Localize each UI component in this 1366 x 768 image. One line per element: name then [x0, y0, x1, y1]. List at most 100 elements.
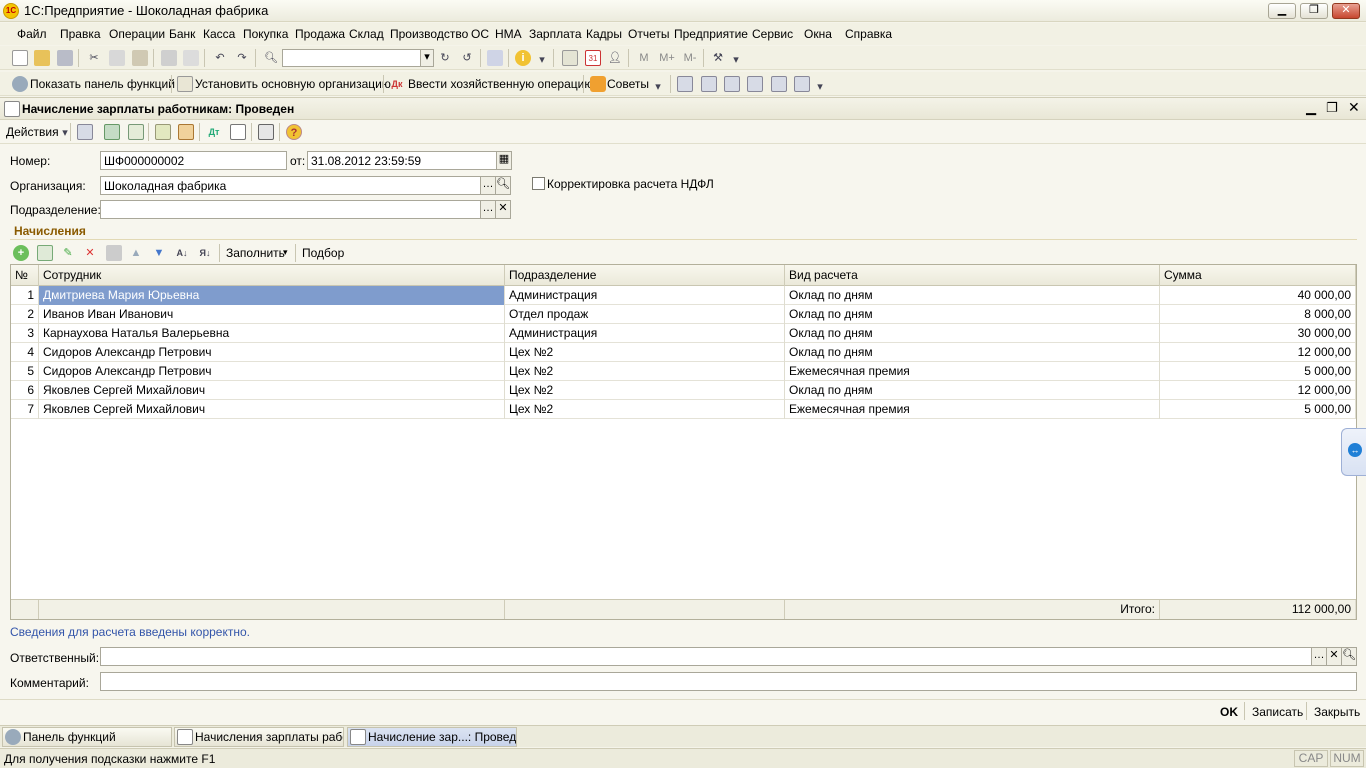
organization-field[interactable]: Шоколадная фабрика — [100, 176, 482, 195]
end-edit-icon[interactable] — [106, 245, 122, 261]
side-panel-tab[interactable]: ↔ — [1341, 428, 1366, 476]
table-row[interactable]: 4 Сидоров Александр Петрович Цех №2 Окла… — [11, 343, 1356, 362]
copy-document-icon[interactable] — [128, 124, 144, 140]
menu-salary[interactable]: Зарплата — [529, 27, 582, 41]
menu-warehouse[interactable]: Склад — [349, 27, 384, 41]
print-icon[interactable] — [161, 50, 177, 66]
menu-personnel[interactable]: Кадры — [586, 27, 622, 41]
set-main-org-button[interactable]: Установить основную организацию — [195, 77, 391, 91]
help-icon[interactable]: ? — [286, 124, 302, 140]
print-preview-icon[interactable] — [183, 50, 199, 66]
ndfl-correction-checkbox[interactable] — [532, 177, 545, 190]
menu-sales[interactable]: Продажа — [295, 27, 345, 41]
table-row[interactable]: 3 Карнаухова Наталья Валерьевна Админист… — [11, 324, 1356, 343]
info-dropdown-icon[interactable]: ▾ — [534, 52, 550, 68]
close-window-button[interactable]: ✕ — [1332, 3, 1360, 19]
memory-plus-icon[interactable]: M+ — [657, 50, 677, 66]
search-prev-icon[interactable]: ↺ — [459, 50, 475, 66]
menu-fixed-assets[interactable]: ОС — [471, 27, 489, 41]
employees-icon[interactable] — [724, 76, 740, 92]
menu-service[interactable]: Сервис — [752, 27, 793, 41]
responsible-select-button[interactable]: … — [1311, 647, 1327, 666]
paste-icon[interactable] — [132, 50, 148, 66]
menu-operations[interactable]: Операции — [109, 27, 165, 41]
fill-button[interactable]: Заполнить — [226, 246, 285, 260]
responsible-open-icon[interactable]: 🔍︎ — [1341, 647, 1357, 666]
journal-icon[interactable] — [677, 76, 693, 92]
dt-kt-icon[interactable]: Дт — [206, 124, 222, 140]
doc-restore-icon[interactable]: ❐ — [1326, 100, 1338, 116]
task-function-panel[interactable]: Панель функций — [2, 727, 172, 747]
restore-button[interactable]: ❐ — [1300, 3, 1328, 19]
comment-field[interactable] — [100, 672, 1357, 691]
menu-help[interactable]: Справка — [845, 27, 892, 41]
department-clear-icon[interactable]: ✕ — [495, 200, 511, 219]
menu-production[interactable]: Производство — [390, 27, 468, 41]
menu-windows[interactable]: Окна — [804, 27, 832, 41]
cut-icon[interactable]: ✂ — [86, 50, 102, 66]
refresh-icon[interactable] — [104, 124, 120, 140]
report-settings-icon[interactable] — [794, 76, 810, 92]
ok-button[interactable]: OK — [1220, 705, 1238, 719]
delete-row-icon[interactable]: ✕ — [82, 245, 98, 261]
enter-operation-button[interactable]: Ввести хозяйственную операцию — [408, 77, 593, 91]
fill-dropdown-icon[interactable]: ▾ — [283, 247, 288, 258]
move-down-icon[interactable]: ▼ — [151, 245, 167, 261]
save-icon[interactable] — [57, 50, 73, 66]
col-number[interactable]: № — [11, 265, 39, 286]
responsible-field[interactable] — [100, 647, 1313, 666]
print-form-icon[interactable] — [230, 124, 246, 140]
based-on-icon[interactable] — [155, 124, 171, 140]
edit-row-icon[interactable]: ✎ — [60, 245, 76, 261]
col-employee[interactable]: Сотрудник — [39, 265, 505, 286]
table-row[interactable]: 1 Дмитриева Мария Юрьевна Администрация … — [11, 286, 1356, 305]
calendar-picker-icon[interactable]: ▦ — [496, 151, 512, 170]
number-field[interactable]: ШФ000000002 — [100, 151, 287, 170]
department-field[interactable] — [100, 200, 482, 219]
task-accrual-document[interactable]: Начисление зар...: Проведен — [347, 727, 517, 747]
tools-dropdown-icon[interactable]: ▾ — [728, 52, 744, 68]
menu-intangibles[interactable]: НМА — [495, 27, 522, 41]
undo-icon[interactable]: ↶ — [212, 50, 228, 66]
menu-bank[interactable]: Банк — [169, 27, 195, 41]
structure-icon[interactable] — [178, 124, 194, 140]
organization-open-icon[interactable]: 🔍︎ — [495, 176, 511, 195]
redo-icon[interactable]: ↷ — [234, 50, 250, 66]
organization-select-button[interactable]: … — [480, 176, 496, 195]
list-settings-icon[interactable] — [258, 124, 274, 140]
tools-icon[interactable]: ⚒ — [710, 50, 726, 66]
windows-icon[interactable] — [487, 50, 503, 66]
menu-edit[interactable]: Правка — [60, 27, 101, 41]
doc-minimize-icon[interactable]: ▁ — [1306, 100, 1316, 116]
tips-button[interactable]: Советы — [607, 77, 649, 91]
menu-purchase[interactable]: Покупка — [243, 27, 288, 41]
menu-reports[interactable]: Отчеты — [628, 27, 669, 41]
sort-asc-icon[interactable]: A↓ — [174, 245, 190, 261]
search-dropdown-icon[interactable]: ▾ — [420, 49, 434, 67]
show-panel-button[interactable]: Показать панель функций — [30, 77, 175, 91]
calendar-icon[interactable]: 31 — [585, 50, 601, 66]
sort-desc-icon[interactable]: Я↓ — [197, 245, 213, 261]
responsible-clear-icon[interactable]: ✕ — [1326, 647, 1342, 666]
memory-m-icon[interactable]: M — [636, 50, 652, 66]
col-sum[interactable]: Сумма — [1160, 265, 1356, 286]
actions-menu[interactable]: Действия — [6, 125, 59, 139]
save-button[interactable]: Записать — [1252, 705, 1303, 719]
info-icon[interactable]: i — [515, 50, 531, 66]
calculator-icon[interactable] — [562, 50, 578, 66]
search-next-icon[interactable]: ↻ — [437, 50, 453, 66]
menu-enterprise[interactable]: Предприятие — [674, 27, 748, 41]
col-department[interactable]: Подразделение — [505, 265, 785, 286]
pick-button[interactable]: Подбор — [302, 246, 344, 260]
doc-close-icon[interactable]: ✕ — [1348, 99, 1360, 116]
search-icon[interactable]: 🔍︎ — [263, 50, 279, 66]
new-document-icon[interactable] — [12, 50, 28, 66]
move-up-icon[interactable]: ▲ — [128, 245, 144, 261]
add-row-icon[interactable]: + — [13, 245, 29, 261]
table-row[interactable]: 7 Яковлев Сергей Михайлович Цех №2 Ежеме… — [11, 400, 1356, 419]
toolbar-more-icon[interactable]: ▾ — [812, 79, 828, 95]
copy-icon[interactable] — [109, 50, 125, 66]
menu-file[interactable]: Файл — [17, 27, 47, 41]
department-select-button[interactable]: … — [480, 200, 496, 219]
tips-dropdown-icon[interactable]: ▾ — [650, 79, 666, 95]
